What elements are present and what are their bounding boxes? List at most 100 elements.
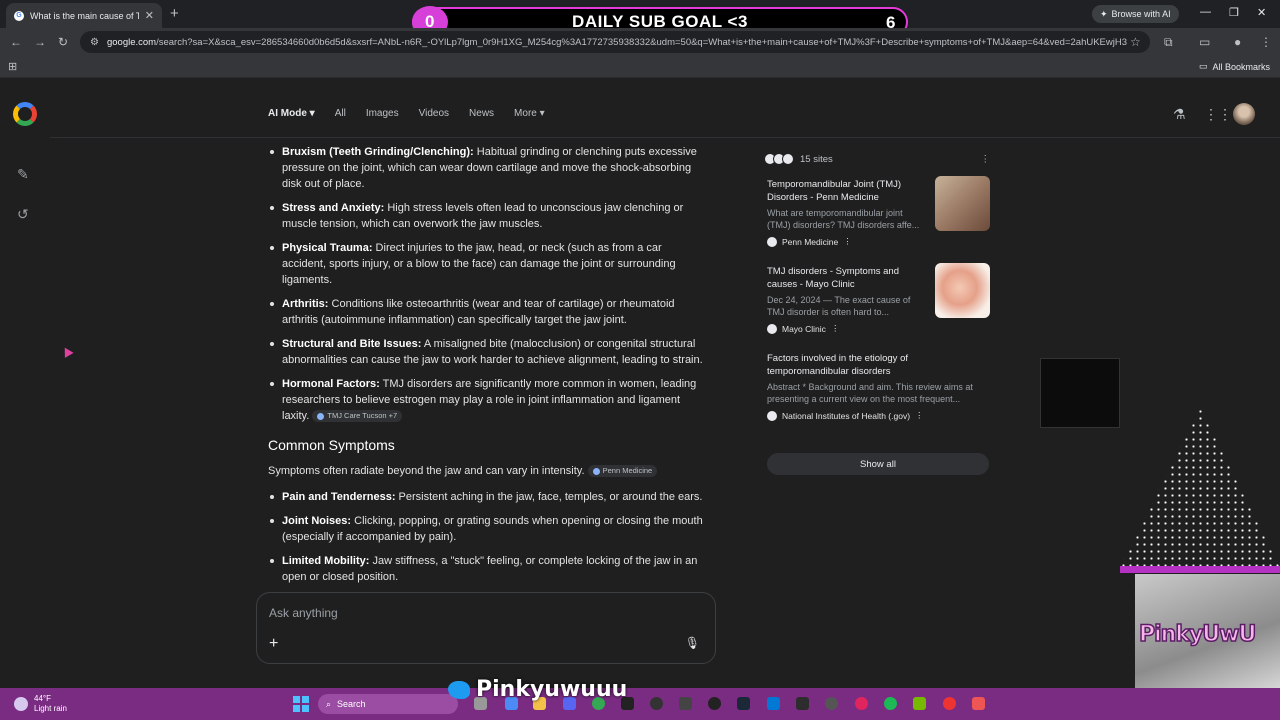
- back-icon[interactable]: ←: [10, 35, 22, 49]
- github-icon[interactable]: [708, 697, 721, 710]
- new-tab-icon[interactable]: +: [170, 5, 179, 22]
- spotify-icon[interactable]: [884, 697, 897, 710]
- source-site: Penn Medicine ⋮: [767, 236, 990, 247]
- history-icon[interactable]: ↺: [17, 206, 29, 223]
- bookmark-star-icon[interactable]: ☆: [1130, 35, 1141, 49]
- close-tab-icon[interactable]: ✕: [145, 9, 154, 22]
- browse-with-ai-button[interactable]: ✦ Browse with AI: [1092, 5, 1179, 23]
- new-chat-icon[interactable]: ✎: [17, 166, 29, 183]
- source-favicon-icon: [592, 467, 600, 475]
- ask-input-box[interactable]: Ask anything + 🎙: [256, 592, 716, 664]
- reload-icon[interactable]: ↻: [58, 35, 68, 49]
- profile-icon[interactable]: ●: [1234, 35, 1241, 49]
- browser-tab[interactable]: G What is the main cause of TMJ ✕: [6, 3, 162, 28]
- browse-with-ai-label: Browse with AI: [1111, 9, 1171, 19]
- weather-temp: 44°F: [34, 694, 51, 703]
- weather-icon: [14, 697, 28, 711]
- source-title[interactable]: Temporomandibular Joint (TMJ) Disorders …: [767, 178, 927, 204]
- tab-more[interactable]: More ▾: [514, 108, 545, 119]
- app-icon[interactable]: [825, 697, 838, 710]
- google-favicon-icon: G: [14, 10, 24, 21]
- windows-start-icon[interactable]: [293, 696, 309, 712]
- sidebar-icon[interactable]: ▭: [1199, 35, 1210, 49]
- account-avatar[interactable]: [1233, 103, 1255, 125]
- address-bar[interactable]: ⚙ google.com/search?sa=X&sca_esv=2865346…: [80, 31, 1150, 53]
- close-window-icon[interactable]: ✕: [1257, 6, 1266, 19]
- obs-icon[interactable]: [650, 697, 663, 710]
- tab-ai-mode[interactable]: AI Mode ▾: [268, 108, 315, 119]
- ask-input[interactable]: Ask anything: [269, 606, 338, 620]
- source-card[interactable]: TMJ disorders - Symptoms and causes - Ma…: [757, 255, 1000, 342]
- site-info-icon[interactable]: ⚙: [90, 37, 99, 48]
- app-icon[interactable]: [855, 697, 868, 710]
- streamer-name: Pinkyuwuuu: [476, 677, 628, 702]
- app-icon[interactable]: [943, 697, 956, 710]
- sources-menu-icon[interactable]: ⋮: [981, 154, 991, 165]
- list-item: Structural and Bite Issues: A misaligned…: [268, 336, 708, 368]
- google-logo-icon[interactable]: [13, 102, 37, 126]
- app-icon[interactable]: [796, 697, 809, 710]
- app-icon[interactable]: [679, 697, 692, 710]
- list-item: Stress and Anxiety: High stress levels o…: [268, 200, 708, 232]
- show-all-button[interactable]: Show all: [767, 453, 989, 475]
- source-site: Mayo Clinic ⋮: [767, 323, 990, 334]
- tab-images[interactable]: Images: [366, 108, 399, 119]
- all-bookmarks-button[interactable]: ▭ All Bookmarks: [1199, 61, 1270, 72]
- source-favicon-icon: [317, 412, 325, 420]
- google-apps-icon[interactable]: ⋮⋮: [1204, 106, 1232, 123]
- source-chip[interactable]: TMJ Care Tucson +7: [312, 410, 403, 423]
- tab-news[interactable]: News: [469, 108, 494, 119]
- source-title[interactable]: TMJ disorders - Symptoms and causes - Ma…: [767, 265, 927, 291]
- bookmarks-bar: ⊞ ▭ All Bookmarks: [0, 56, 1280, 78]
- url-text: google.com/search?sa=X&sca_esv=286534660…: [106, 36, 1127, 48]
- source-title[interactable]: Factors involved in the etiology of temp…: [767, 352, 987, 378]
- list-item: Bruxism (Teeth Grinding/Clenching): Habi…: [268, 144, 708, 192]
- windows-taskbar: 44°F Light rain ⌕ Search: [0, 688, 1280, 720]
- source-kebab-icon[interactable]: ⋮: [831, 323, 840, 334]
- nvidia-icon[interactable]: [913, 697, 926, 710]
- plinko-scoreboard: [1040, 358, 1120, 428]
- taskbar-search-label: Search: [337, 699, 366, 709]
- outlook-icon[interactable]: [767, 697, 780, 710]
- maximize-icon[interactable]: ❐: [1229, 6, 1239, 19]
- apps-grid-icon[interactable]: ⊞: [8, 60, 17, 73]
- minimize-icon[interactable]: —: [1200, 6, 1211, 18]
- tab-title: What is the main cause of TMJ: [30, 10, 139, 21]
- twitter-bird-icon: [448, 680, 470, 699]
- source-kebab-icon[interactable]: ⋮: [915, 410, 924, 421]
- browser-toolbar: ← → ↻ ⚙ google.com/search?sa=X&sca_esv=2…: [0, 28, 1280, 56]
- source-thumbnail[interactable]: [935, 176, 990, 231]
- add-attachment-icon[interactable]: +: [269, 635, 278, 653]
- weather-widget[interactable]: 44°F Light rain: [14, 694, 67, 714]
- extensions-icon[interactable]: ⧉: [1164, 35, 1173, 50]
- causes-list: Bruxism (Teeth Grinding/Clenching): Habi…: [268, 144, 708, 424]
- weather-condition: Light rain: [34, 704, 67, 713]
- sources-header: 15 sites ⋮: [757, 150, 1000, 168]
- search-header: AI Mode ▾ All Images Videos News More ▾ …: [50, 80, 1280, 138]
- list-item: Physical Trauma: Direct injuries to the …: [268, 240, 708, 288]
- list-item: Hormonal Factors: TMJ disorders are sign…: [268, 376, 708, 424]
- steam-icon[interactable]: [737, 697, 750, 710]
- source-chip[interactable]: Penn Medicine: [587, 465, 658, 478]
- webcam-logo: PinkyUwU: [1138, 621, 1257, 648]
- microphone-icon[interactable]: 🎙: [685, 636, 700, 650]
- list-item: Pain and Tenderness: Persistent aching i…: [268, 489, 708, 505]
- taskbar-search[interactable]: ⌕ Search: [318, 694, 458, 714]
- menu-kebab-icon[interactable]: ⋮: [1260, 35, 1272, 49]
- tab-all[interactable]: All: [335, 108, 346, 119]
- labs-flask-icon[interactable]: ⚗: [1173, 106, 1186, 123]
- webcam-overlay: PinkyUwU: [1135, 574, 1280, 688]
- sources-panel: 15 sites ⋮ Temporomandibular Joint (TMJ)…: [757, 150, 1000, 475]
- site-favicon-icon: [767, 410, 777, 421]
- tab-videos[interactable]: Videos: [419, 108, 449, 119]
- source-kebab-icon[interactable]: ⋮: [843, 236, 852, 247]
- forward-icon[interactable]: →: [34, 35, 46, 49]
- source-snippet: Dec 24, 2024 — The exact cause of TMJ di…: [767, 295, 911, 317]
- source-favicons: [764, 153, 794, 165]
- app-icon[interactable]: [972, 697, 985, 710]
- all-bookmarks-label: All Bookmarks: [1212, 61, 1270, 72]
- left-rail: ✎ ↺: [0, 80, 50, 688]
- source-card[interactable]: Factors involved in the etiology of temp…: [757, 342, 1000, 429]
- source-thumbnail[interactable]: [935, 263, 990, 318]
- source-card[interactable]: Temporomandibular Joint (TMJ) Disorders …: [757, 168, 1000, 255]
